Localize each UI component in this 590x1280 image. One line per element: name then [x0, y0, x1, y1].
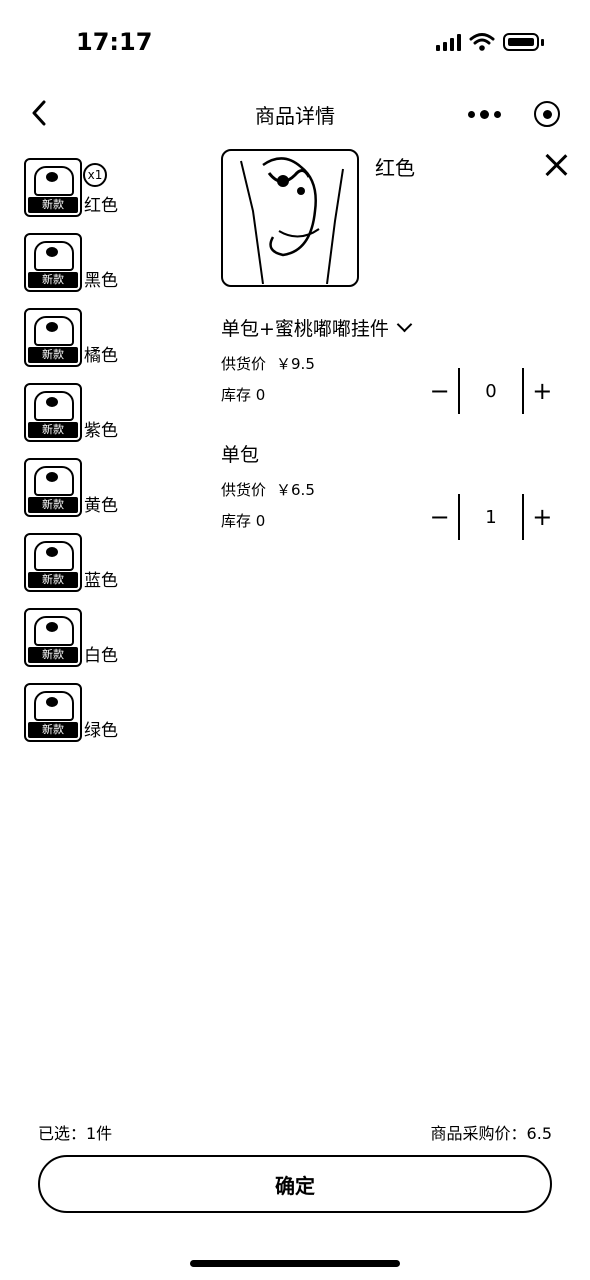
color-item-red[interactable]: 新款 x1 红色 — [24, 158, 134, 233]
product-illustration — [240, 157, 344, 285]
color-label: 蓝色 — [84, 571, 118, 591]
color-label: 红色 — [84, 196, 118, 216]
color-thumbnail: 新款 — [24, 233, 82, 292]
color-label: 绿色 — [84, 721, 118, 741]
variant-name: 单包+蜜桃嘟嘟挂件 — [221, 318, 389, 340]
color-thumbnail: 新款 — [24, 608, 82, 667]
home-indicator[interactable] — [190, 1260, 400, 1267]
price-label: 供货价 — [221, 481, 267, 499]
increment-button[interactable]: + — [524, 377, 561, 405]
variant-name-row: 单包 — [221, 440, 561, 467]
color-thumbnail: 新款 — [24, 383, 82, 442]
quantity-value[interactable]: 1 — [460, 507, 521, 528]
signal-icon — [436, 33, 461, 51]
decrement-button[interactable]: − — [421, 377, 458, 405]
new-tag: 新款 — [28, 722, 78, 738]
color-thumbnail: 新款 — [24, 308, 82, 367]
status-icons — [436, 32, 544, 52]
selected-count: 已选：1件 — [38, 1124, 113, 1143]
color-label: 白色 — [84, 646, 118, 666]
price-label: 供货价 — [221, 355, 267, 373]
color-item-yellow[interactable]: 新款 黄色 — [24, 458, 134, 533]
new-tag: 新款 — [28, 647, 78, 663]
close-icon[interactable] — [541, 150, 571, 180]
color-thumbnail: 新款 — [24, 683, 82, 742]
wifi-icon — [469, 33, 495, 51]
color-item-purple[interactable]: 新款 紫色 — [24, 383, 134, 458]
new-tag: 新款 — [28, 347, 78, 363]
color-thumbnail: 新款 — [24, 533, 82, 592]
new-tag: 新款 — [28, 422, 78, 438]
color-thumbnail: 新款 — [24, 158, 82, 217]
color-item-black[interactable]: 新款 黑色 — [24, 233, 134, 308]
product-image[interactable] — [221, 149, 359, 287]
decrement-button[interactable]: − — [421, 503, 458, 531]
quantity-value[interactable]: 0 — [460, 381, 521, 402]
new-tag: 新款 — [28, 197, 78, 213]
purchase-price: 商品采购价：6.5 — [430, 1124, 552, 1143]
chevron-down-icon — [396, 316, 413, 333]
color-label: 黄色 — [84, 496, 118, 516]
stock-text: 库存 0 — [221, 386, 266, 404]
selected-color: 红色 — [375, 156, 415, 180]
status-time: 17:17 — [76, 28, 153, 56]
variant-item: 单包 供货价 ￥6.5 库存 0 − 1 + — [221, 440, 561, 550]
color-item-green[interactable]: 新款 绿色 — [24, 683, 134, 758]
new-tag: 新款 — [28, 272, 78, 288]
quantity-stepper: − 0 + — [421, 368, 561, 414]
color-label: 黑色 — [84, 271, 118, 291]
more-button[interactable] — [464, 100, 504, 128]
battery-tip — [541, 38, 544, 46]
new-tag: 新款 — [28, 572, 78, 588]
color-item-blue[interactable]: 新款 蓝色 — [24, 533, 134, 608]
confirm-button[interactable]: 确定 — [38, 1155, 552, 1213]
variant-item: 单包+蜜桃嘟嘟挂件 供货价 ￥9.5 库存 0 − 0 + — [221, 314, 561, 424]
color-list: 新款 x1 红色 新款 黑色 新款 橘色 新款 紫色 新款 黄色 新款 蓝色 新… — [24, 158, 134, 758]
color-thumbnail: 新款 — [24, 458, 82, 517]
target-icon[interactable] — [534, 101, 560, 127]
price-value: ￥6.5 — [276, 481, 315, 499]
battery-icon — [503, 33, 539, 51]
variant-name-row[interactable]: 单包+蜜桃嘟嘟挂件 — [221, 314, 561, 341]
variant-name: 单包 — [221, 444, 260, 466]
price-value: ￥9.5 — [276, 355, 315, 373]
increment-button[interactable]: + — [524, 503, 561, 531]
count-badge: x1 — [83, 163, 107, 187]
color-label: 橘色 — [84, 346, 118, 366]
new-tag: 新款 — [28, 497, 78, 513]
quantity-stepper: − 1 + — [421, 494, 561, 540]
color-item-orange[interactable]: 新款 橘色 — [24, 308, 134, 383]
stock-text: 库存 0 — [221, 512, 266, 530]
color-label: 紫色 — [84, 421, 118, 441]
color-item-white[interactable]: 新款 白色 — [24, 608, 134, 683]
